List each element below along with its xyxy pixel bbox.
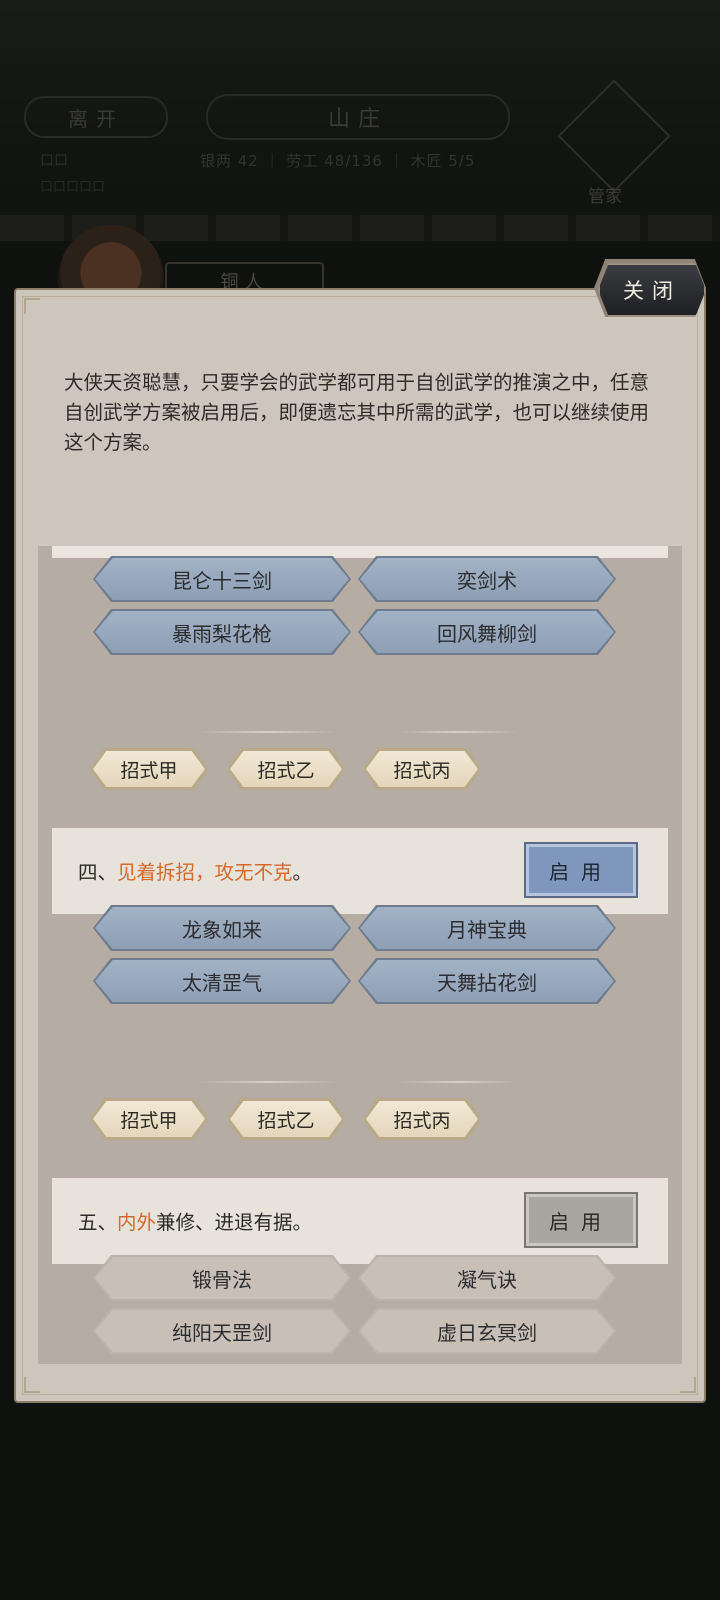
move-name: 招式丙 — [393, 1109, 451, 1132]
leave-button: 离开 — [24, 96, 168, 138]
ornament-divider — [198, 1081, 338, 1083]
skill-name: 虚日玄冥剑 — [437, 1320, 537, 1345]
move-slot[interactable]: 招式甲 — [90, 1098, 208, 1140]
skill-slot[interactable]: 虚日玄冥剑 — [358, 1308, 616, 1354]
move-name: 招式丙 — [393, 759, 451, 782]
scheme-row: 四、见着拆招，攻无不克。 启用 — [52, 828, 668, 914]
skill-slot[interactable]: 纯阳天罡剑 — [93, 1308, 351, 1354]
scheme-highlight: 内外 — [117, 1211, 157, 1234]
skill-slot[interactable]: 暴雨梨花枪 — [93, 609, 351, 655]
move-slot[interactable]: 招式甲 — [90, 748, 208, 790]
scheme-list[interactable]: 昆仑十三剑 奕剑术 暴雨梨花枪 回风舞柳剑 招式甲 招式乙 招式丙 四、见着拆招… — [38, 546, 682, 1364]
skill-name: 太清罡气 — [182, 970, 262, 995]
scheme-number: 五、 — [78, 1211, 118, 1234]
skill-slot[interactable]: 昆仑十三剑 — [93, 556, 351, 602]
ornament-divider — [398, 731, 518, 733]
move-name: 招式乙 — [257, 759, 315, 782]
move-name: 招式甲 — [120, 759, 178, 782]
move-slot[interactable]: 招式乙 — [227, 748, 345, 790]
corner-ornament — [24, 298, 40, 314]
skill-slot[interactable]: 月神宝典 — [358, 905, 616, 951]
skill-name: 暴雨梨花枪 — [172, 621, 272, 646]
move-name: 招式甲 — [120, 1109, 178, 1132]
scheme-highlight: 见着拆招，攻无不克 — [117, 861, 293, 884]
skill-slot[interactable]: 天舞拈花剑 — [358, 958, 616, 1004]
ornament-divider — [198, 731, 338, 733]
skill-name: 龙象如来 — [182, 917, 262, 942]
enable-button[interactable]: 启用 — [524, 842, 638, 898]
move-name: 招式乙 — [257, 1109, 315, 1132]
ornament-divider — [398, 1081, 518, 1083]
move-slot[interactable]: 招式乙 — [227, 1098, 345, 1140]
move-slot[interactable]: 招式丙 — [363, 1098, 481, 1140]
background-left-subtext: 口口口口口 — [40, 180, 106, 195]
scheme-row: 五、内外兼修、进退有据。 启用 — [52, 1178, 668, 1264]
scheme-title: 五、内外兼修、进退有据。 — [78, 1206, 312, 1235]
skill-name: 奕剑术 — [457, 568, 517, 593]
skill-slot[interactable]: 奕剑术 — [358, 556, 616, 602]
skill-name: 天舞拈花剑 — [437, 970, 537, 995]
skill-name: 回风舞柳剑 — [437, 621, 537, 646]
scheme-suffix: 兼修、进退有据。 — [156, 1211, 313, 1234]
skill-name: 昆仑十三剑 — [172, 568, 272, 593]
skill-name: 纯阳天罡剑 — [172, 1320, 272, 1345]
skill-slot[interactable]: 凝气诀 — [358, 1255, 616, 1301]
scheme-number: 四、 — [78, 861, 118, 884]
skill-name: 月神宝典 — [447, 917, 527, 942]
enable-button[interactable]: 启用 — [524, 1192, 638, 1248]
skill-name: 锻骨法 — [192, 1267, 252, 1292]
corner-ornament — [24, 1377, 40, 1393]
scheme-title: 四、见着拆招，攻无不克。 — [78, 856, 312, 885]
corner-ornament — [680, 1377, 696, 1393]
skill-name: 凝气诀 — [457, 1267, 517, 1292]
background-left-text: 口口 — [40, 153, 68, 169]
skill-slot[interactable]: 回风舞柳剑 — [358, 609, 616, 655]
skill-slot[interactable]: 锻骨法 — [93, 1255, 351, 1301]
manager-label: 管家 — [588, 187, 622, 207]
scheme-suffix: 。 — [292, 861, 313, 884]
skill-slot[interactable]: 太清罡气 — [93, 958, 351, 1004]
location-title: 山庄 — [206, 94, 510, 140]
close-button[interactable]: 关闭 — [598, 263, 706, 317]
dialog-description: 大侠天资聪慧，只要学会的武学都可用于自创武学的推演之中，任意自创武学方案被启用后… — [64, 371, 650, 454]
skill-slot[interactable]: 龙象如来 — [93, 905, 351, 951]
move-slot[interactable]: 招式丙 — [363, 748, 481, 790]
resource-stats: 银两 42 ｜ 劳工 48/136 ｜ 木匠 5/5 — [200, 152, 476, 170]
